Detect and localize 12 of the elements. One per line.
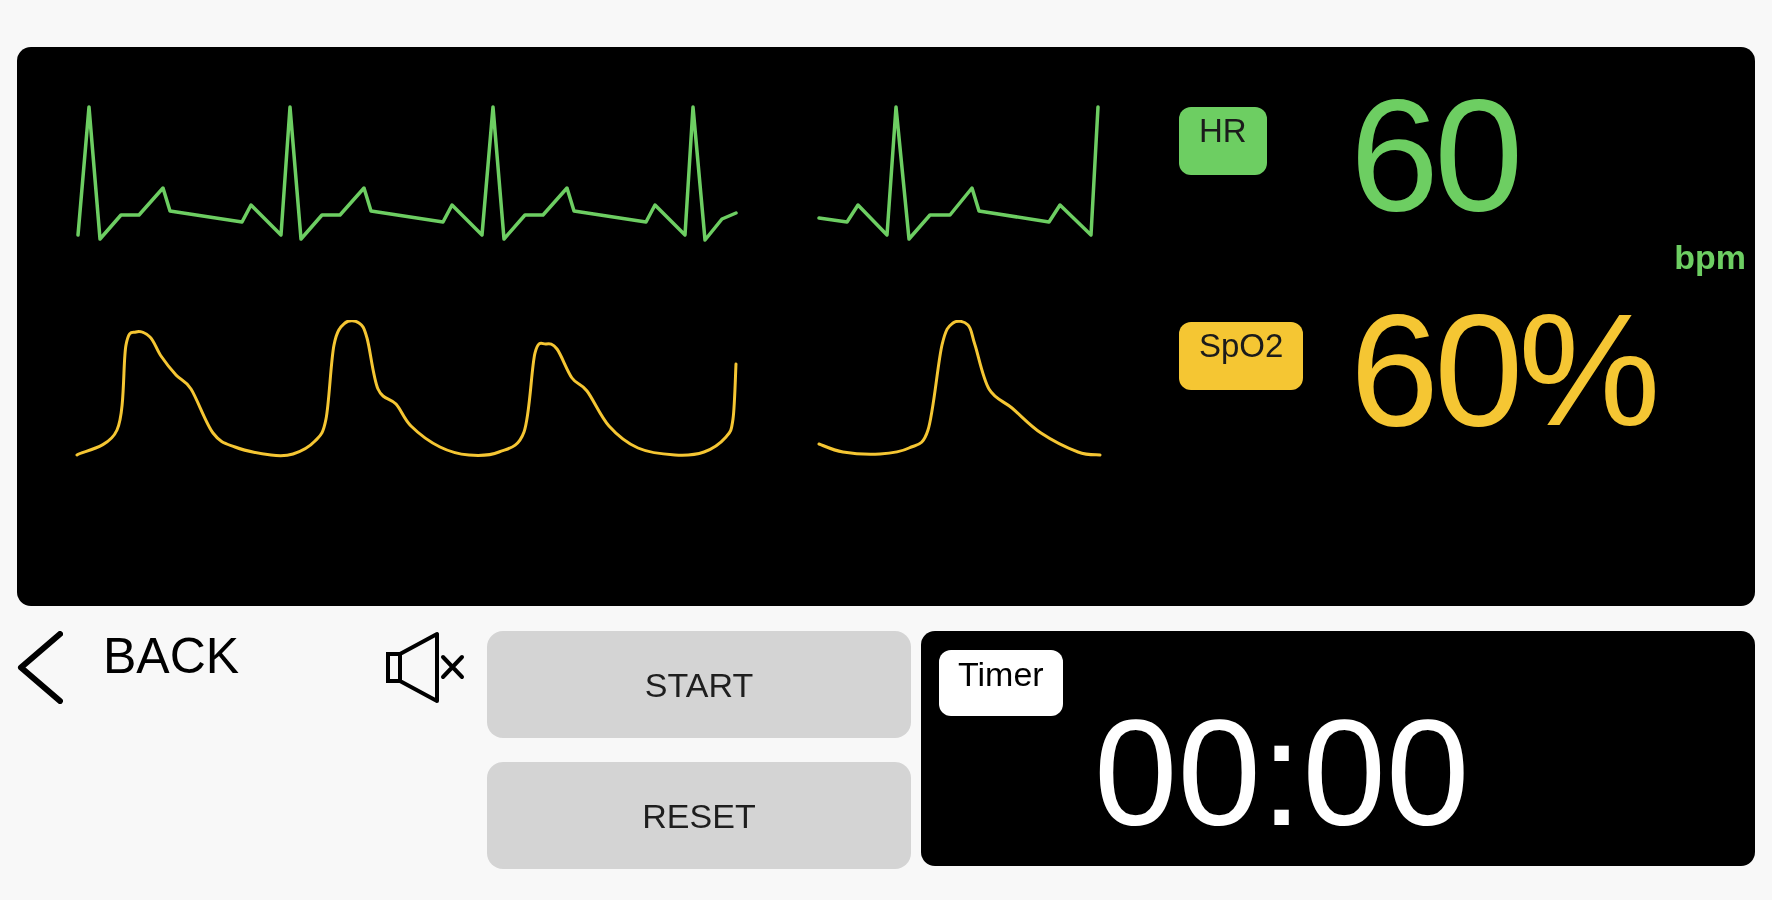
vital-reading: 60% [1350,290,1656,450]
timer-control-button[interactable]: START [487,631,911,738]
timer-reading: 00:00 [1094,698,1470,848]
vital-badge: HR [1179,107,1267,175]
timer-control-button[interactable]: RESET [487,762,911,869]
speaker-muted-icon[interactable] [385,631,465,704]
timer-label: Timer [939,650,1063,716]
chevron-left-icon [17,631,63,704]
vital-badge: SpO2 [1179,322,1304,390]
vital-reading: 60 [1350,75,1519,235]
unit-label: bpm [1674,240,1746,274]
back-button[interactable]: BACK [17,631,243,704]
